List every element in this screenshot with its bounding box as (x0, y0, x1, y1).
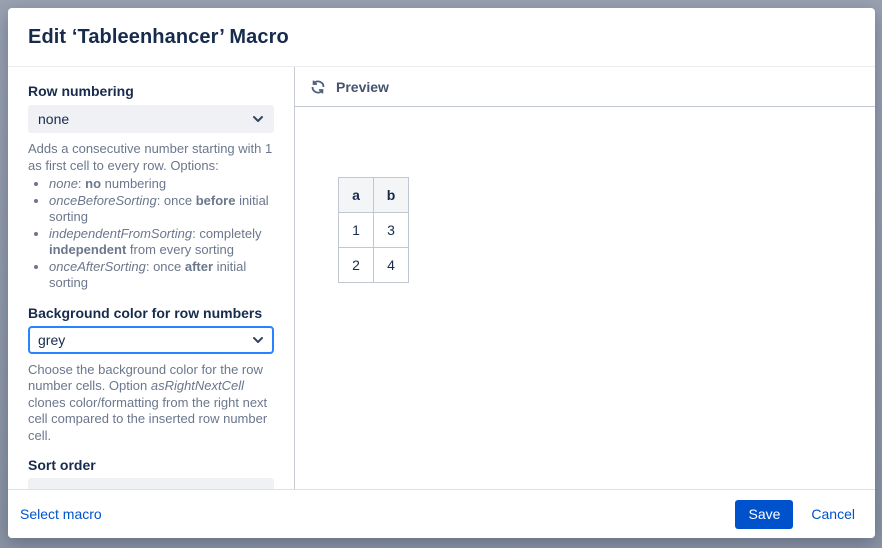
preview-table-cell: 1 (339, 213, 374, 248)
edit-macro-dialog: Edit ‘Tableenhancer’ Macro Row numbering… (8, 8, 875, 538)
row-numbering-options-list: none: no numberingonceBeforeSorting: onc… (28, 176, 274, 292)
row-numbering-value: none (38, 111, 69, 127)
option-help-item: onceBeforeSorting: once before initial s… (49, 193, 274, 226)
dialog-header: Edit ‘Tableenhancer’ Macro (8, 8, 875, 67)
modal-overlay: Edit ‘Tableenhancer’ Macro Row numbering… (0, 0, 882, 548)
chevron-down-icon (251, 112, 265, 126)
option-help-item: none: no numbering (49, 176, 274, 193)
chevron-down-icon (251, 333, 265, 347)
preview-table-header-cell: b (374, 178, 409, 213)
option-help-item: independentFromSorting: completely indep… (49, 226, 274, 259)
bg-color-help: Choose the background color for the row … (28, 362, 274, 445)
bg-color-select[interactable]: grey (28, 326, 274, 354)
dialog-body: Row numbering none Adds a consecutive nu… (8, 67, 875, 489)
preview-panel: Preview ab1324 (295, 67, 875, 489)
preview-table-cell: 3 (374, 213, 409, 248)
option-help-item: onceAfterSorting: once after initial sor… (49, 259, 274, 292)
save-button[interactable]: Save (735, 500, 793, 529)
preview-header: Preview (295, 67, 875, 107)
dialog-footer: Select macro Save Cancel (8, 489, 875, 538)
row-numbering-label: Row numbering (28, 83, 274, 100)
footer-actions: Save Cancel (735, 500, 855, 529)
cancel-button[interactable]: Cancel (811, 506, 855, 522)
row-numbering-select[interactable]: none (28, 105, 274, 133)
sort-order-select[interactable] (28, 478, 274, 489)
preview-body: ab1324 (295, 107, 875, 489)
preview-table-row: 13 (339, 213, 409, 248)
preview-table-row: 24 (339, 248, 409, 283)
sort-order-label: Sort order (28, 457, 274, 474)
preview-table-header-cell: a (339, 178, 374, 213)
macro-parameters-panel: Row numbering none Adds a consecutive nu… (8, 67, 295, 489)
bg-color-value: grey (38, 332, 65, 348)
preview-table: ab1324 (338, 177, 409, 283)
dialog-title: Edit ‘Tableenhancer’ Macro (28, 26, 289, 49)
preview-label: Preview (336, 79, 389, 95)
select-macro-link[interactable]: Select macro (20, 506, 102, 522)
bg-color-label: Background color for row numbers (28, 305, 274, 322)
preview-table-cell: 2 (339, 248, 374, 283)
preview-table-cell: 4 (374, 248, 409, 283)
row-numbering-help: Adds a consecutive number starting with … (28, 141, 274, 174)
refresh-icon[interactable] (310, 79, 326, 95)
